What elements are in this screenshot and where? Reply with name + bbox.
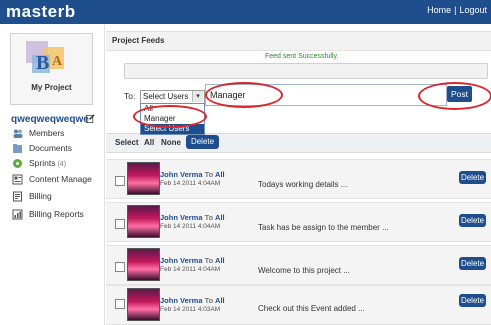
feed-target[interactable]: All xyxy=(215,170,225,179)
page-title: Project Feeds xyxy=(112,36,165,45)
author-avatar xyxy=(127,162,160,195)
chevron-down-icon[interactable]: ▾ xyxy=(192,91,203,102)
feed-row xyxy=(106,202,491,242)
sidebar-item-label: Sprints (4) xyxy=(29,158,66,168)
sprints-count: (4) xyxy=(57,161,67,168)
feed-target[interactable]: All xyxy=(215,296,225,305)
delete-button[interactable]: Delete xyxy=(459,294,486,307)
select-label: Select xyxy=(115,138,139,147)
feed-author-line: John Verma To All xyxy=(160,296,225,305)
svg-text:B: B xyxy=(36,52,49,74)
feed-author[interactable]: John Verma xyxy=(160,213,203,222)
feed-author-line: John Verma To All xyxy=(160,170,225,179)
feed-author-line: John Verma To All xyxy=(160,213,225,222)
select-all-link[interactable]: All xyxy=(144,138,154,147)
feed-to: To xyxy=(204,170,214,179)
svg-text:A: A xyxy=(52,54,63,69)
delete-button[interactable]: Delete xyxy=(459,171,486,184)
feed-to: To xyxy=(204,256,214,265)
annotation-oval-post xyxy=(418,82,491,110)
feed-date: Feb 14 2011 4:04AM xyxy=(160,266,221,273)
billing-icon xyxy=(13,191,22,202)
delete-selected-button[interactable]: Delete xyxy=(186,135,219,149)
sidebar-item-text: Sprints xyxy=(29,158,56,168)
top-nav: Home | Logout xyxy=(427,5,487,15)
author-avatar xyxy=(127,248,160,281)
feed-to: To xyxy=(204,213,214,222)
feed-author[interactable]: John Verma xyxy=(160,296,203,305)
logout-link[interactable]: Logout xyxy=(459,5,487,15)
sidebar-item-label: Members xyxy=(29,128,65,138)
delete-button[interactable]: Delete xyxy=(459,257,486,270)
feed-row-checkbox[interactable] xyxy=(115,262,125,272)
project-logo-icon: B A xyxy=(26,41,64,74)
feed-message[interactable]: Welcome to this project ... xyxy=(258,266,350,275)
feed-row-checkbox[interactable] xyxy=(115,299,125,309)
edit-icon[interactable] xyxy=(86,114,95,123)
sidebar-item-label: Content Manage xyxy=(29,174,92,184)
feed-row xyxy=(106,245,491,285)
app-logo[interactable]: masterb xyxy=(6,2,76,22)
feed-author[interactable]: John Verma xyxy=(160,170,203,179)
feed-row-checkbox[interactable] xyxy=(115,176,125,186)
billing-reports-icon xyxy=(12,209,23,220)
feed-author-line: John Verma To All xyxy=(160,256,225,265)
feed-subject-field[interactable] xyxy=(124,63,488,79)
feed-date: Feb 14 2011 4:04AM xyxy=(160,180,221,187)
annotation-oval-message xyxy=(205,82,283,108)
author-avatar xyxy=(127,288,160,321)
feed-date: Feb 14 2011 4:04AM xyxy=(160,223,221,230)
home-link[interactable]: Home xyxy=(427,5,451,15)
success-message: Feed sent Successfully. xyxy=(265,53,339,60)
members-icon xyxy=(13,129,23,138)
recipient-select-value: Select Users xyxy=(143,92,189,101)
project-name[interactable]: qweqweqweqwe xyxy=(11,114,89,125)
feed-target[interactable]: All xyxy=(215,256,225,265)
annotation-oval-manager xyxy=(133,105,207,128)
sprints-icon xyxy=(13,159,22,168)
author-avatar xyxy=(127,205,160,238)
feed-message[interactable]: Check out this Event added ... xyxy=(258,304,365,313)
feed-message[interactable]: Todays working details ... xyxy=(258,180,347,189)
to-label: To: xyxy=(124,91,136,101)
delete-button[interactable]: Delete xyxy=(459,214,486,227)
feed-message[interactable]: Task has be assign to the member ... xyxy=(258,223,389,232)
sidebar-item-label: Billing xyxy=(29,191,52,201)
feed-target[interactable]: All xyxy=(215,213,225,222)
sidebar-item-label: Billing Reports xyxy=(29,209,84,219)
content-manage-icon xyxy=(12,174,23,185)
documents-icon xyxy=(13,144,22,153)
select-none-link[interactable]: None xyxy=(161,138,181,147)
project-label: My Project xyxy=(31,83,72,92)
sidebar-item-label: Documents xyxy=(29,143,72,153)
sidebar-divider xyxy=(104,24,105,325)
feed-author[interactable]: John Verma xyxy=(160,256,203,265)
feed-row xyxy=(106,159,491,199)
feed-date: Feb 14 2011 4:03AM xyxy=(160,306,221,313)
feed-row-checkbox[interactable] xyxy=(115,219,125,229)
feed-to: To xyxy=(204,296,214,305)
nav-separator: | xyxy=(454,5,457,15)
